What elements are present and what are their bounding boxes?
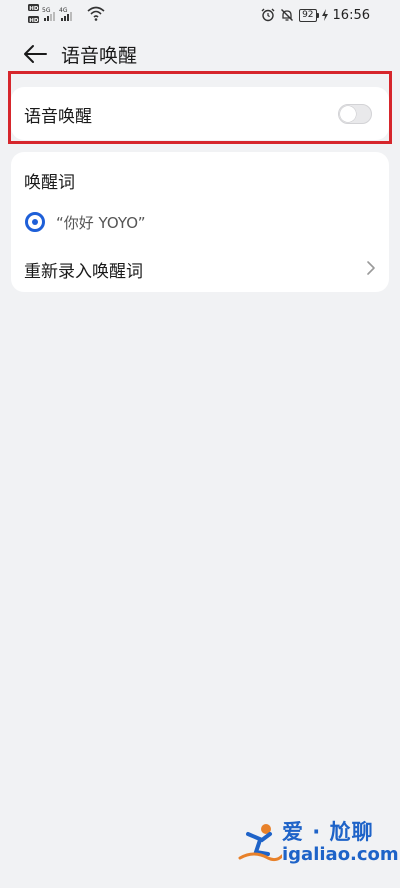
status-right: 92 16:56 (261, 6, 370, 24)
wake-word-option[interactable]: “你好 YOYO” (11, 207, 389, 237)
wake-word-option-text: “你好 YOYO” (56, 214, 146, 232)
alarm-icon (261, 8, 275, 22)
svg-text:HD: HD (29, 18, 39, 24)
svg-text:4G: 4G (59, 7, 68, 14)
mute-icon (281, 9, 294, 21)
watermark-url: igaliao.com (282, 844, 399, 865)
5g-signal-icon: 5G (42, 7, 55, 21)
network-status-icons: HD HD 5G 4G (28, 4, 105, 24)
toggle-knob (340, 106, 356, 122)
page-header: 语音唤醒 (0, 34, 400, 74)
page-title: 语音唤醒 (61, 45, 138, 67)
watermark-logo-icon (238, 824, 282, 862)
chevron-right-icon (367, 261, 375, 275)
4g-signal-icon: 4G (59, 7, 72, 21)
rerecord-wake-word-label: 重新录入唤醒词 (24, 262, 143, 282)
voice-wakeup-toggle[interactable] (338, 104, 372, 124)
arrow-left-icon[interactable] (22, 42, 48, 66)
radio-selected-icon[interactable] (25, 212, 45, 232)
charging-icon (321, 9, 328, 21)
wifi-icon (87, 6, 105, 21)
svg-text:5G: 5G (42, 7, 51, 14)
svg-text:HD: HD (29, 6, 39, 12)
voice-wakeup-label: 语音唤醒 (24, 107, 92, 127)
status-time: 16:56 (332, 7, 370, 23)
hd-icon: HD (28, 4, 39, 12)
voice-wakeup-card: 语音唤醒 (11, 87, 389, 140)
wake-word-card: 唤醒词 “你好 YOYO” 重新录入唤醒词 (11, 152, 389, 292)
watermark-title: 爱 · 尬聊 (282, 820, 374, 844)
wake-word-section-title: 唤醒词 (24, 173, 75, 193)
hd-icon: HD (28, 16, 39, 24)
battery-icon: 92 (299, 8, 320, 22)
watermark: 爱 · 尬聊 igaliao.com (238, 814, 399, 874)
rerecord-wake-word-row[interactable]: 重新录入唤醒词 (11, 250, 389, 286)
battery-level: 92 (302, 9, 314, 20)
status-bar: HD HD 5G 4G 92 16:56 (0, 0, 400, 30)
